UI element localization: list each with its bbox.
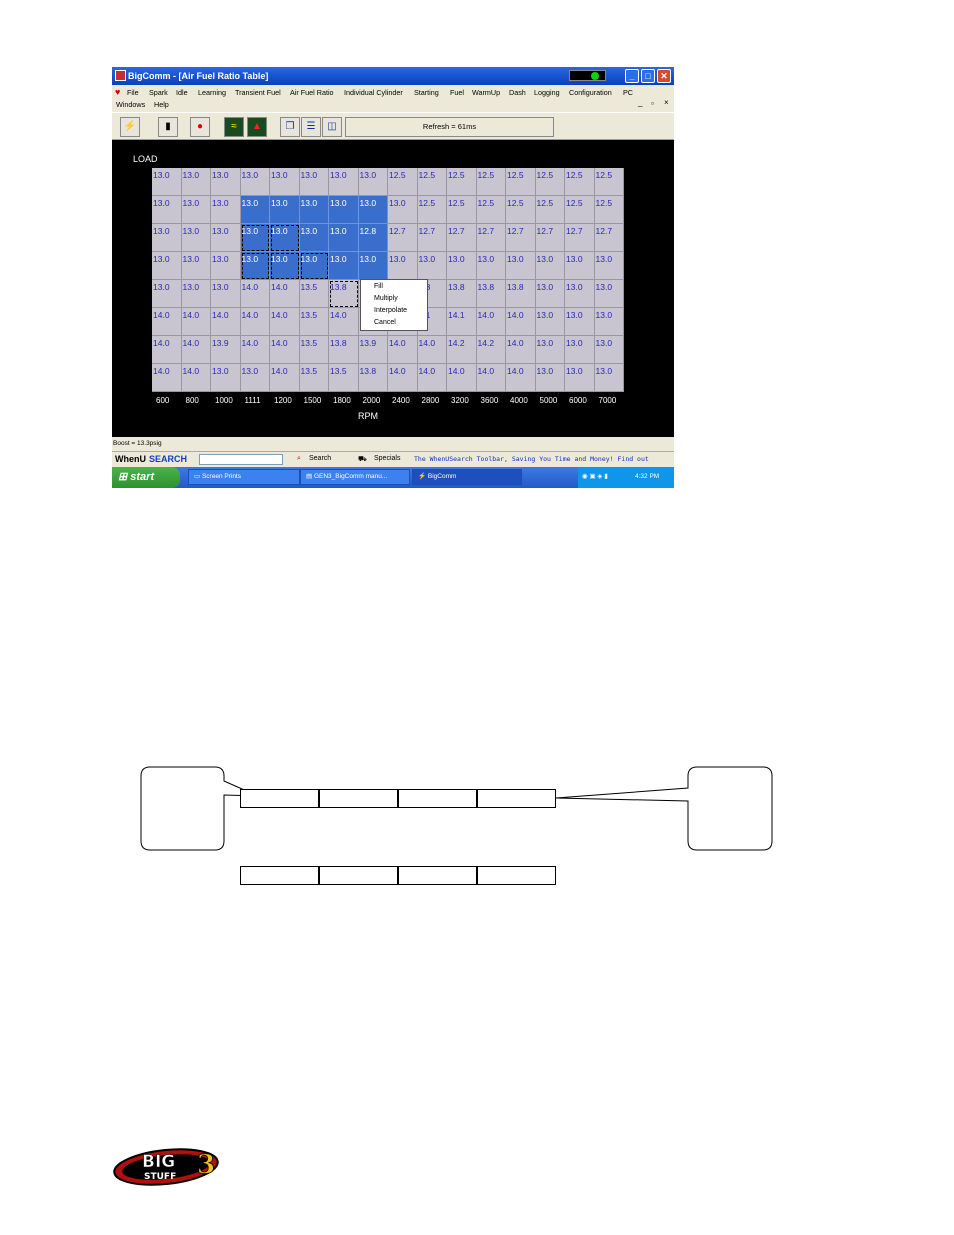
diagram-cell bbox=[240, 866, 319, 885]
diagram-cell bbox=[319, 866, 398, 885]
diagram-cell bbox=[398, 866, 477, 885]
logo-stuff-text: STUFF bbox=[144, 1172, 176, 1182]
diagram-cell bbox=[240, 789, 319, 808]
logo-big-text: BIG bbox=[142, 1152, 175, 1172]
right-callout-bubble bbox=[555, 766, 773, 851]
diagram-cell bbox=[477, 866, 556, 885]
diagram-cell bbox=[398, 789, 477, 808]
diagram-cell bbox=[477, 789, 556, 808]
big-stuff-3-logo: BIG STUFF 3 bbox=[113, 1148, 219, 1186]
left-callout-bubble bbox=[140, 766, 259, 851]
logo-three-mark: 3 bbox=[197, 1150, 215, 1180]
callout-diagram bbox=[140, 766, 773, 851]
diagram-cell bbox=[319, 789, 398, 808]
